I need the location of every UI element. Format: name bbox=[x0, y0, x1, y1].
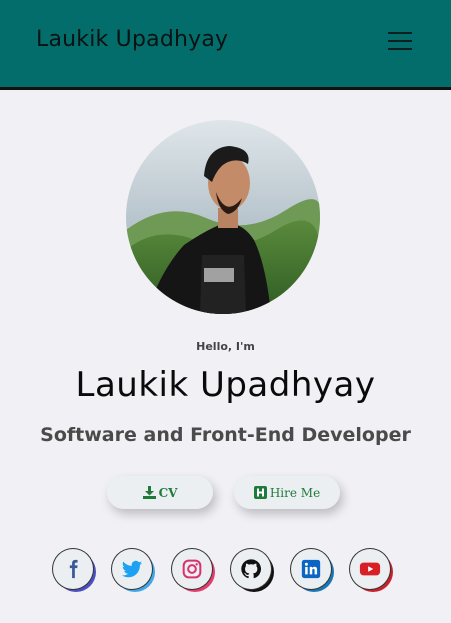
linkedin-link[interactable] bbox=[291, 549, 331, 589]
cv-button-label: CV bbox=[158, 485, 178, 500]
hire-me-button-label: Hire Me bbox=[269, 485, 321, 500]
menu-line bbox=[388, 32, 412, 34]
hero-name: Laukik Upadhyay bbox=[75, 365, 376, 405]
menu-line bbox=[388, 40, 412, 42]
cv-button[interactable]: CV bbox=[107, 476, 213, 509]
hero-role: Software and Front-End Developer bbox=[40, 424, 411, 446]
brand-title[interactable]: Laukik Upadhyay bbox=[36, 27, 228, 52]
instagram-icon bbox=[182, 559, 202, 579]
twitter-icon bbox=[121, 560, 143, 578]
github-link[interactable] bbox=[231, 549, 271, 589]
hamburger-menu-icon[interactable] bbox=[388, 30, 412, 52]
hire-me-button[interactable]: Hire Me bbox=[234, 476, 340, 509]
linkedin-icon bbox=[301, 559, 321, 579]
avatar bbox=[126, 120, 320, 314]
facebook-link[interactable] bbox=[53, 549, 93, 589]
site-header: Laukik Upadhyay bbox=[0, 0, 451, 90]
instagram-link[interactable] bbox=[172, 549, 212, 589]
youtube-icon bbox=[359, 562, 381, 576]
facebook-icon bbox=[69, 559, 78, 579]
twitter-link[interactable] bbox=[112, 549, 152, 589]
github-icon bbox=[241, 559, 262, 579]
download-icon bbox=[142, 486, 156, 499]
hire-h-icon bbox=[253, 486, 267, 499]
youtube-link[interactable] bbox=[350, 549, 390, 589]
avatar-photo bbox=[126, 120, 320, 314]
menu-line bbox=[388, 48, 412, 50]
greeting-text: Hello, I'm bbox=[196, 340, 255, 353]
